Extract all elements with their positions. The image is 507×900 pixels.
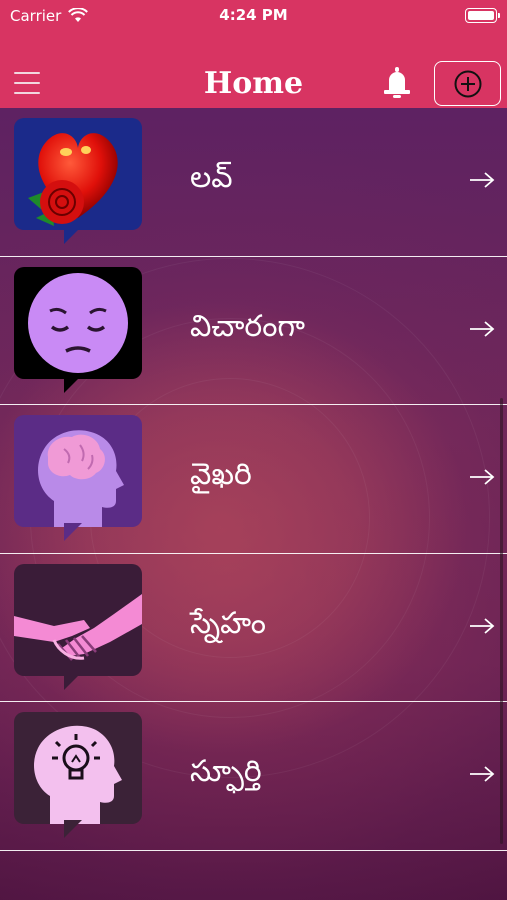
arrow-right-icon — [470, 617, 495, 634]
handshake-icon — [14, 563, 142, 690]
brain-head-icon — [14, 415, 142, 541]
list-item-inspiration[interactable]: స్ఫూర్తి — [0, 702, 507, 851]
battery-icon — [465, 8, 500, 23]
heart-rose-icon — [14, 118, 142, 244]
arrow-right-icon — [470, 172, 495, 188]
page-title: Home — [203, 66, 304, 101]
arrow-right-icon — [470, 766, 495, 782]
arrow-right-icon — [470, 320, 495, 337]
status-bar: Carrier 4:24 PM — [0, 0, 507, 32]
item-label: స్నేహం — [190, 605, 266, 641]
item-label: స్ఫూర్తి — [190, 754, 262, 789]
list-item-attitude[interactable]: వైఖరి — [0, 405, 507, 554]
arrow-right-icon — [470, 469, 495, 485]
category-list: లవ్ విచారంగా వైఖరి స్నేహం స్ఫూర్తి — [0, 108, 507, 851]
list-item-sad[interactable]: విచారంగా — [0, 257, 507, 405]
item-label: విచారంగా — [190, 308, 306, 344]
scrollbar[interactable] — [500, 398, 503, 844]
bell-icon[interactable] — [381, 66, 413, 100]
sad-face-icon — [14, 266, 142, 393]
list-item-friendship[interactable]: స్నేహం — [0, 554, 507, 702]
list-item-love[interactable]: లవ్ — [0, 108, 507, 257]
status-time: 4:24 PM — [219, 6, 288, 24]
item-label: లవ్ — [190, 160, 233, 195]
add-button[interactable] — [434, 61, 501, 106]
app-header: Carrier 4:24 PM Home — [0, 0, 507, 108]
item-label: వైఖరి — [190, 457, 252, 492]
idea-head-icon — [14, 712, 142, 838]
plus-circle-icon — [454, 70, 481, 97]
